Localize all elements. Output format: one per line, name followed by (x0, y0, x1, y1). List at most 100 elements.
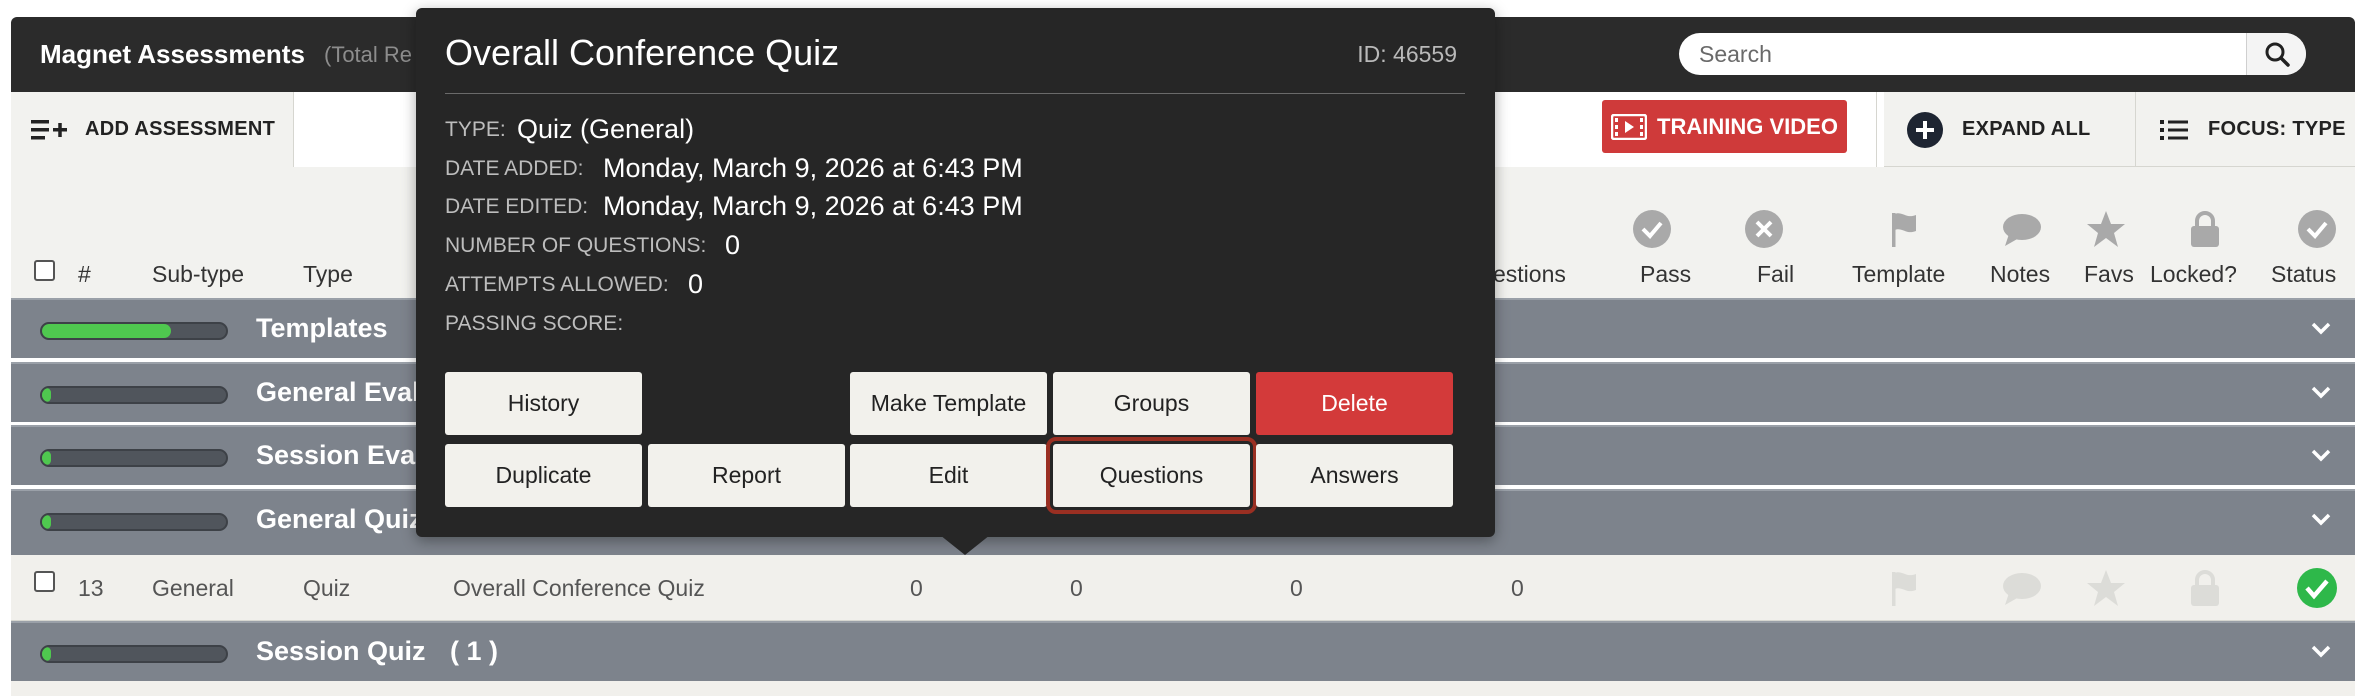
group-progress-fill (42, 515, 52, 529)
group-label: General Quiz (256, 504, 423, 534)
col-questions[interactable]: estions (1493, 261, 1566, 288)
row-template-flag-icon[interactable] (1880, 564, 1928, 612)
group-label: Session Evalu (256, 440, 440, 470)
chevron-down-icon (2311, 513, 2331, 526)
group-progress-bar (40, 449, 228, 467)
field-date-edited-label: DATE EDITED: (445, 195, 589, 218)
duplicate-button[interactable]: Duplicate (445, 444, 642, 507)
chevron-down-icon (2311, 322, 2331, 335)
notes-bubble-icon (2000, 207, 2044, 251)
popover-title: Overall Conference Quiz (445, 32, 840, 73)
col-favs[interactable]: Favs (2084, 261, 2134, 288)
row-lock-icon[interactable] (2181, 564, 2229, 612)
group-label: General Eval (256, 377, 420, 407)
col-fail[interactable]: Fail (1757, 261, 1794, 288)
row-checkbox[interactable] (34, 571, 55, 592)
group-count: ( 1 ) (450, 636, 499, 666)
group-progress-bar (40, 386, 228, 404)
row-value-4: 0 (1511, 575, 1524, 601)
row-status-check-icon[interactable] (2293, 564, 2341, 612)
page-title: Magnet Assessments (40, 39, 305, 69)
flag-icon (1882, 207, 1926, 251)
chevron-down-icon (2311, 645, 2331, 658)
col-template[interactable]: Template (1852, 261, 1945, 288)
field-attempts-value: 0 (688, 269, 704, 299)
field-date-edited-value: Monday, March 9, 2026 at 6:43 PM (603, 191, 1023, 221)
fail-x-icon (1742, 207, 1786, 251)
row-type: Quiz (303, 575, 351, 601)
group-progress-bar (40, 513, 228, 531)
field-num-questions-value: 0 (725, 230, 741, 260)
delete-button[interactable]: Delete (1256, 372, 1453, 435)
search-icon (2265, 42, 2290, 67)
lock-icon (2183, 207, 2227, 251)
col-locked[interactable]: Locked? (2150, 261, 2237, 288)
answers-button[interactable]: Answers (1256, 444, 1453, 507)
row-name[interactable]: Overall Conference Quiz (453, 575, 705, 602)
col-notes[interactable]: Notes (1990, 261, 2050, 288)
add-assessment-button[interactable]: ADD ASSESSMENT (11, 92, 294, 167)
field-passing-score-label: PASSING SCORE: (445, 312, 624, 335)
list-icon (2160, 119, 2188, 140)
questions-button[interactable]: Questions (1046, 437, 1257, 514)
add-assessment-label: ADD ASSESSMENT (85, 118, 276, 140)
row-num: 13 (78, 575, 104, 601)
row-notes-icon[interactable] (1998, 564, 2046, 612)
row-value-1: 0 (910, 575, 923, 601)
field-type-value: Quiz (General) (517, 114, 695, 144)
expand-all-label: EXPAND ALL (1962, 118, 2091, 140)
search-box (1679, 33, 2306, 75)
group-session-quiz[interactable]: Session Quiz ( 1 ) (11, 621, 2355, 681)
popover-arrow (940, 535, 990, 555)
edit-button[interactable]: Edit (850, 444, 1047, 507)
field-date-added-label: DATE ADDED: (445, 157, 584, 180)
popover-id: ID: 46559 (1357, 41, 1457, 67)
select-all-checkbox[interactable] (34, 260, 55, 281)
chevron-down-icon (2311, 386, 2331, 399)
table-row[interactable]: 13 General Quiz Overall Conference Quiz … (11, 555, 2355, 621)
group-progress-fill (42, 324, 171, 338)
page-subtitle: (Total Re (324, 42, 413, 67)
field-attempts-label: ATTEMPTS ALLOWED: (445, 273, 669, 296)
video-icon (1611, 113, 1648, 140)
search-input[interactable] (1679, 33, 2259, 75)
field-type-label: TYPE: (445, 118, 506, 141)
col-subtype[interactable]: Sub-type (152, 261, 244, 288)
plus-circle-icon (1907, 111, 1943, 148)
col-pass[interactable]: Pass (1640, 261, 1691, 288)
star-icon (2084, 207, 2128, 251)
history-button[interactable]: History (445, 372, 642, 435)
assessment-popover: Overall Conference Quiz ID: 46559 TYPE: … (416, 8, 1495, 537)
col-status[interactable]: Status (2271, 261, 2336, 288)
row-value-3: 0 (1290, 575, 1303, 601)
group-progress-fill (42, 451, 52, 465)
col-type[interactable]: Type (303, 261, 353, 288)
make-template-button[interactable]: Make Template (850, 372, 1047, 435)
group-progress-bar (40, 322, 228, 340)
chevron-down-icon (2311, 449, 2331, 462)
group-progress-fill (42, 388, 52, 402)
expand-all-button[interactable]: EXPAND ALL (1876, 92, 2135, 167)
row-fav-star-icon[interactable] (2082, 564, 2130, 612)
popover-divider (445, 93, 1465, 94)
focus-type-button[interactable]: FOCUS: TYPE (2135, 92, 2355, 167)
group-label: Templates (256, 313, 388, 343)
focus-type-label: FOCUS: TYPE (2208, 118, 2346, 140)
field-date-added-value: Monday, March 9, 2026 at 6:43 PM (603, 153, 1023, 183)
pass-check-icon (1630, 207, 1674, 251)
training-video-button[interactable]: TRAINING VIDEO (1602, 100, 1847, 153)
group-progress-bar (40, 645, 228, 663)
add-list-icon (31, 119, 67, 139)
group-label: Session Quiz (256, 636, 426, 666)
col-num[interactable]: # (78, 261, 91, 288)
app-root: Magnet Assessments (Total Re ADD ASSESSM… (0, 0, 2366, 696)
field-num-questions-label: NUMBER OF QUESTIONS: (445, 234, 707, 257)
status-check-icon (2295, 207, 2339, 251)
groups-button[interactable]: Groups (1053, 372, 1250, 435)
row-subtype: General (152, 575, 234, 601)
group-progress-fill (42, 647, 52, 661)
row-value-2: 0 (1070, 575, 1083, 601)
report-button[interactable]: Report (648, 444, 845, 507)
search-button[interactable] (2246, 33, 2306, 75)
training-video-label: TRAINING VIDEO (1657, 113, 1838, 139)
